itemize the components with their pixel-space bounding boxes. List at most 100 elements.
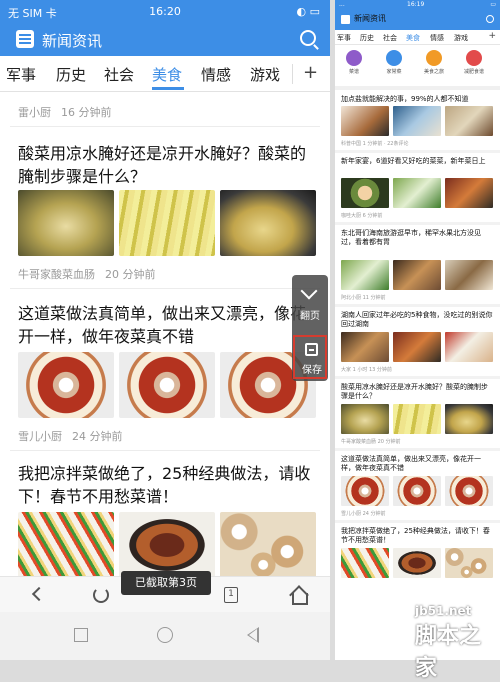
divider	[335, 304, 500, 307]
article-meta: 牛哥家酸菜血肠 20 分钟前	[341, 439, 401, 445]
save-button[interactable]: 保存	[293, 335, 327, 379]
article-title[interactable]: 我把凉拌菜做绝了，25种经典做法，请收下！春节不用愁菜谱！	[341, 527, 493, 545]
article-image[interactable]	[18, 190, 114, 256]
tab-emotion[interactable]: 情感	[201, 64, 231, 85]
tab-military[interactable]: 军事	[337, 33, 351, 43]
article-source: 牛哥家酸菜血肠	[18, 268, 95, 281]
site-watermark: jb51.net 脚本之家	[415, 604, 500, 682]
tab-food[interactable]: 美食	[406, 33, 420, 43]
battery-icon: ◐ ▭	[296, 5, 321, 18]
article-images[interactable]	[341, 476, 493, 506]
article-meta: 牛哥家酸菜血肠 20 分钟前	[18, 266, 156, 282]
app-header: 新闻资讯	[0, 22, 330, 56]
category-tabs: 军事 历史 社会 美食 情感 游戏 +	[335, 30, 500, 45]
app-title: 新闻资讯	[354, 14, 386, 23]
divider	[335, 222, 500, 225]
save-label: 保存	[302, 365, 322, 376]
next-page-button[interactable]: 翻页	[292, 307, 328, 322]
article-meta: 雷小厨 16 分钟前	[18, 104, 112, 120]
home-icon[interactable]	[290, 587, 308, 605]
news-feed: 加点盐就能解决的事，99%的人都不知道 科普中国 1 分钟前 · 22条评论 新…	[335, 86, 500, 606]
carrier-label: ...	[339, 1, 345, 8]
article-time: 16 分钟前	[61, 106, 112, 119]
recent-apps-icon[interactable]	[74, 628, 88, 642]
capture-toast: 已截取第3页	[121, 571, 211, 595]
add-category-button[interactable]: +	[488, 31, 496, 41]
article-time: 20 分钟前	[105, 268, 156, 281]
app-header: 新闻资讯	[335, 10, 500, 30]
article-images[interactable]	[341, 404, 493, 434]
article-title[interactable]: 这道菜做法真简单，做出来又漂亮，像花开一样，做年夜菜真不错	[341, 455, 493, 473]
quick-link-food-tour[interactable]: 美食之旅	[417, 50, 451, 75]
tab-military[interactable]: 军事	[6, 64, 36, 85]
article-title[interactable]: 我把凉拌菜做绝了，25种经典做法，请收下！春节不用愁菜谱！	[18, 462, 318, 508]
news-feed: 雷小厨 16 分钟前 酸菜用凉水腌好还是凉开水腌好？酸菜的腌制步骤是什么？ 牛哥家…	[0, 92, 330, 576]
article-title[interactable]: 酸菜用凉水腌好还是凉开水腌好？酸菜的腌制步骤是什么？	[341, 383, 493, 401]
article-images[interactable]	[341, 178, 493, 208]
article-images[interactable]	[341, 332, 493, 362]
article-title[interactable]: 东北哥们海南旅游逛早市，稀罕水果北方没见过，看着都有胃	[341, 229, 493, 247]
article-title[interactable]: 酸菜用凉水腌好还是凉开水腌好？酸菜的腌制步骤是什么？	[18, 142, 318, 188]
left-phone-screen: 无 SIM 卡 16:20 ◐ ▭ 新闻资讯 军事 历史 社会 美食 情感 游戏…	[0, 0, 330, 660]
battery-icon: ▭	[490, 1, 496, 8]
article-title[interactable]: 这道菜做法真简单，做出来又漂亮，像花开一样，做年夜菜真不错	[18, 302, 318, 348]
article-images[interactable]	[341, 260, 493, 290]
news-app-icon	[16, 30, 34, 48]
status-bar: ... 16:19 ▭	[335, 0, 500, 10]
save-icon	[305, 343, 318, 356]
news-app-icon	[341, 15, 350, 24]
divider	[335, 150, 500, 153]
tab-games[interactable]: 游戏	[454, 33, 468, 43]
article-time: 24 分钟前	[72, 430, 123, 443]
tab-emotion[interactable]: 情感	[430, 33, 444, 43]
refresh-icon[interactable]	[93, 587, 109, 603]
article-source: 雪儿小厨	[18, 430, 62, 443]
article-images[interactable]	[341, 548, 493, 578]
article-meta: 雪儿小厨 24 分钟前	[18, 428, 123, 444]
system-nav-bar	[0, 612, 330, 660]
article-image[interactable]	[119, 352, 215, 418]
article-meta: 咖哇大厨 6 分钟前	[341, 213, 383, 219]
back-icon[interactable]	[31, 586, 47, 602]
search-icon[interactable]	[300, 30, 316, 46]
quick-links: 菜谱 家常菜 美食之旅 减肥食谱	[335, 46, 500, 84]
article-title[interactable]: 湖南人回家过年必吃的5种食物，没吃过的别说你回过湖南	[341, 311, 493, 329]
article-image[interactable]	[119, 190, 215, 256]
divider	[335, 376, 500, 379]
clock: 16:20	[149, 5, 181, 18]
article-title[interactable]: 新年家宴，6道好看又好吃的菜菜，新年菜日上	[341, 157, 493, 166]
quick-link-home-cooking[interactable]: 家常菜	[377, 50, 411, 75]
tabs-count-icon[interactable]: 1	[224, 587, 238, 603]
article-image[interactable]	[220, 512, 316, 576]
divider	[292, 64, 293, 84]
watermark-name: 脚本之家	[415, 624, 482, 681]
tab-games[interactable]: 游戏	[250, 64, 280, 85]
add-category-button[interactable]: +	[303, 62, 318, 83]
tab-history[interactable]: 历史	[360, 33, 374, 43]
tab-society[interactable]: 社会	[383, 33, 397, 43]
article-title[interactable]: 加点盐就能解决的事，99%的人都不知道	[341, 95, 493, 104]
article-image[interactable]	[18, 512, 114, 576]
quick-link-recipes[interactable]: 菜谱	[337, 50, 371, 75]
divider	[335, 448, 500, 451]
long-screenshot-preview: ... 16:19 ▭ 新闻资讯 军事 历史 社会 美食 情感 游戏 + 菜谱 …	[335, 0, 500, 660]
divider	[10, 126, 320, 127]
chevron-down-icon[interactable]	[300, 282, 318, 300]
divider	[10, 450, 320, 451]
article-image[interactable]	[18, 352, 114, 418]
active-tab-indicator	[152, 87, 184, 90]
quick-link-diet[interactable]: 减肥食谱	[457, 50, 491, 75]
tab-society[interactable]: 社会	[104, 64, 134, 85]
capture-float-panel: 翻页 保存	[292, 275, 328, 381]
article-image[interactable]	[220, 190, 316, 256]
article-meta: 大家 1 小时 13 分钟前	[341, 367, 392, 373]
article-images[interactable]	[341, 106, 493, 136]
category-tabs: 军事 历史 社会 美食 情感 游戏 +	[0, 56, 330, 92]
tab-history[interactable]: 历史	[56, 64, 86, 85]
article-meta: 科普中国 1 分钟前 · 22条评论	[341, 141, 409, 147]
search-icon[interactable]	[486, 15, 494, 23]
back-triangle-icon[interactable]	[247, 627, 259, 643]
article-image[interactable]	[119, 512, 215, 576]
home-circle-icon[interactable]	[157, 627, 173, 643]
tab-food[interactable]: 美食	[152, 64, 182, 85]
